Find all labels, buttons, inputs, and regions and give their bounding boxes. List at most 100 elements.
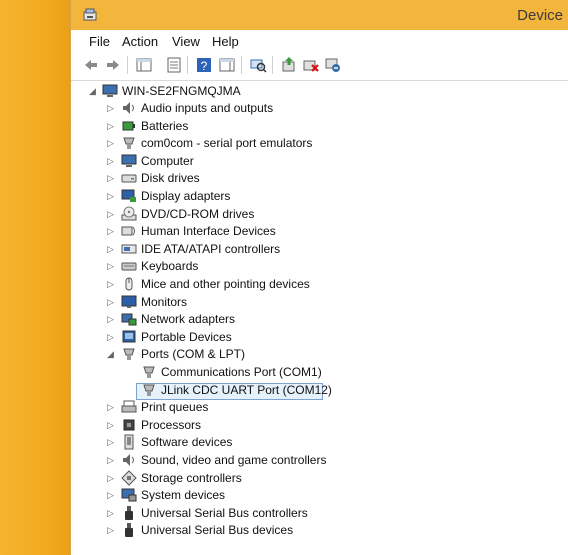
category-node[interactable]: ▷ Mice and other pointing devices bbox=[107, 276, 437, 293]
node-label: Mice and other pointing devices bbox=[141, 277, 310, 291]
action-pane-icon[interactable] bbox=[218, 56, 236, 74]
category-node[interactable]: ▷ Keyboards bbox=[107, 258, 437, 275]
disable-icon[interactable] bbox=[324, 56, 342, 74]
node-label: Universal Serial Bus devices bbox=[141, 523, 294, 537]
expand-arrow-icon[interactable]: ▷ bbox=[107, 122, 116, 131]
expand-arrow-icon[interactable]: ▷ bbox=[107, 192, 116, 201]
expand-arrow-icon[interactable]: ▷ bbox=[107, 403, 116, 412]
window-title: Device bbox=[517, 7, 563, 24]
hid-icon bbox=[121, 226, 135, 236]
category-node[interactable]: ▷ Universal Serial Bus devices bbox=[107, 522, 437, 539]
computer-icon bbox=[102, 84, 118, 97]
device-item[interactable]: JLink CDC UART Port (COM12) bbox=[137, 382, 332, 399]
node-label: Human Interface Devices bbox=[141, 224, 276, 238]
expand-arrow-icon[interactable]: ▷ bbox=[107, 491, 116, 500]
node-label: Communications Port (COM1) bbox=[161, 365, 322, 379]
keyboard-icon bbox=[121, 262, 137, 271]
category-node[interactable]: ◢ Ports (COM & LPT) bbox=[107, 346, 437, 363]
menu-view[interactable]: View bbox=[172, 34, 200, 49]
expand-arrow-icon[interactable]: ▷ bbox=[107, 438, 116, 447]
category-node[interactable]: ▷ Software devices bbox=[107, 434, 437, 451]
expand-arrow-icon[interactable]: ▷ bbox=[107, 474, 116, 483]
category-node[interactable]: ▷ Network adapters bbox=[107, 311, 437, 328]
menu-help[interactable]: Help bbox=[212, 34, 239, 49]
category-node[interactable]: ▷ Display adapters bbox=[107, 188, 437, 205]
category-node[interactable]: ▷ Audio inputs and outputs bbox=[107, 100, 437, 117]
battery-icon bbox=[122, 121, 135, 131]
display-icon bbox=[121, 189, 136, 202]
expand-arrow-icon[interactable]: ▷ bbox=[107, 227, 116, 236]
forward-icon[interactable] bbox=[104, 56, 122, 74]
expand-arrow-icon[interactable]: ▷ bbox=[107, 298, 116, 307]
category-node[interactable]: ▷ DVD/CD-ROM drives bbox=[107, 206, 437, 223]
category-node[interactable]: ▷ Storage controllers bbox=[107, 470, 437, 487]
menu-action[interactable]: Action bbox=[122, 34, 158, 49]
storage-icon bbox=[121, 470, 137, 486]
expand-arrow-icon[interactable]: ▷ bbox=[107, 333, 116, 342]
help-icon[interactable]: ? bbox=[195, 56, 213, 74]
title-bar[interactable]: Device bbox=[71, 0, 568, 30]
node-label: Sound, video and game controllers bbox=[141, 453, 327, 467]
category-node[interactable]: ▷ Portable Devices bbox=[107, 329, 437, 346]
collapse-arrow-icon[interactable]: ◢ bbox=[89, 87, 98, 96]
node-label: Keyboards bbox=[141, 259, 199, 273]
port-icon bbox=[143, 384, 155, 396]
scan-hardware-icon[interactable] bbox=[249, 56, 267, 74]
usb-icon bbox=[125, 523, 133, 537]
node-label: Audio inputs and outputs bbox=[141, 101, 274, 115]
node-label: Universal Serial Bus controllers bbox=[141, 506, 308, 520]
category-node[interactable]: ▷ Disk drives bbox=[107, 170, 437, 187]
expand-arrow-icon[interactable]: ▷ bbox=[107, 139, 116, 148]
expand-arrow-icon[interactable]: ▷ bbox=[107, 157, 116, 166]
desktop-background bbox=[0, 0, 70, 555]
category-node[interactable]: ▷ Universal Serial Bus controllers bbox=[107, 505, 437, 522]
expand-arrow-icon[interactable]: ▷ bbox=[107, 104, 116, 113]
expand-arrow-icon[interactable]: ▷ bbox=[107, 210, 116, 219]
toolbar-separator bbox=[127, 56, 128, 74]
monitor-icon bbox=[121, 295, 137, 308]
back-icon[interactable] bbox=[82, 56, 100, 74]
device-tree: ◢ WIN-SE2FNGMQJMA ▷ Audio inputs and outp… bbox=[71, 81, 568, 555]
usb-icon bbox=[125, 506, 133, 520]
category-node[interactable]: ▷ Computer bbox=[107, 153, 437, 170]
expand-arrow-icon[interactable]: ▷ bbox=[107, 421, 116, 430]
toolbar-separator bbox=[241, 56, 242, 74]
category-node[interactable]: ▷ System devices bbox=[107, 487, 437, 504]
expand-arrow-icon[interactable]: ▷ bbox=[107, 280, 116, 289]
node-label: IDE ATA/ATAPI controllers bbox=[141, 242, 281, 256]
category-node[interactable]: ▷ Sound, video and game controllers bbox=[107, 452, 437, 469]
category-node[interactable]: ▷ com0com - serial port emulators bbox=[107, 135, 437, 152]
printer-icon bbox=[121, 400, 137, 413]
category-node[interactable]: ▷ IDE ATA/ATAPI controllers bbox=[107, 241, 437, 258]
processor-icon bbox=[123, 419, 135, 431]
category-node[interactable]: ▷ Monitors bbox=[107, 294, 437, 311]
properties-icon[interactable] bbox=[165, 56, 183, 74]
expand-arrow-icon[interactable]: ▷ bbox=[107, 245, 116, 254]
node-label: Batteries bbox=[141, 119, 189, 133]
category-node[interactable]: ▷ Processors bbox=[107, 417, 437, 434]
category-node[interactable]: ▷ Human Interface Devices bbox=[107, 223, 437, 240]
port-icon bbox=[123, 348, 135, 360]
uninstall-icon[interactable] bbox=[302, 56, 320, 74]
update-driver-icon[interactable] bbox=[280, 56, 298, 74]
collapse-arrow-icon[interactable]: ◢ bbox=[107, 350, 116, 359]
category-node[interactable]: ▷ Print queues bbox=[107, 399, 437, 416]
toolbar-separator bbox=[187, 56, 188, 74]
device-item[interactable]: Communications Port (COM1) bbox=[137, 364, 323, 381]
node-label: Computer bbox=[141, 154, 194, 168]
node-label: DVD/CD-ROM drives bbox=[141, 207, 255, 221]
expand-arrow-icon[interactable]: ▷ bbox=[107, 526, 116, 535]
category-node[interactable]: ▷ Batteries bbox=[107, 118, 437, 135]
toolbar: ? bbox=[71, 52, 568, 81]
system-icon bbox=[121, 488, 137, 502]
expand-arrow-icon[interactable]: ▷ bbox=[107, 509, 116, 518]
device-manager-icon bbox=[83, 8, 97, 21]
expand-arrow-icon[interactable]: ▷ bbox=[107, 174, 116, 183]
show-hide-console-tree-icon[interactable] bbox=[135, 56, 153, 74]
menu-file[interactable]: File bbox=[89, 34, 110, 49]
expand-arrow-icon[interactable]: ▷ bbox=[107, 262, 116, 271]
expand-arrow-icon[interactable]: ▷ bbox=[107, 456, 116, 465]
expand-arrow-icon[interactable]: ▷ bbox=[107, 315, 116, 324]
node-label: Display adapters bbox=[141, 189, 231, 203]
device-manager-window: Device File Action View Help ? ◢ WIN-SE2… bbox=[70, 0, 568, 555]
